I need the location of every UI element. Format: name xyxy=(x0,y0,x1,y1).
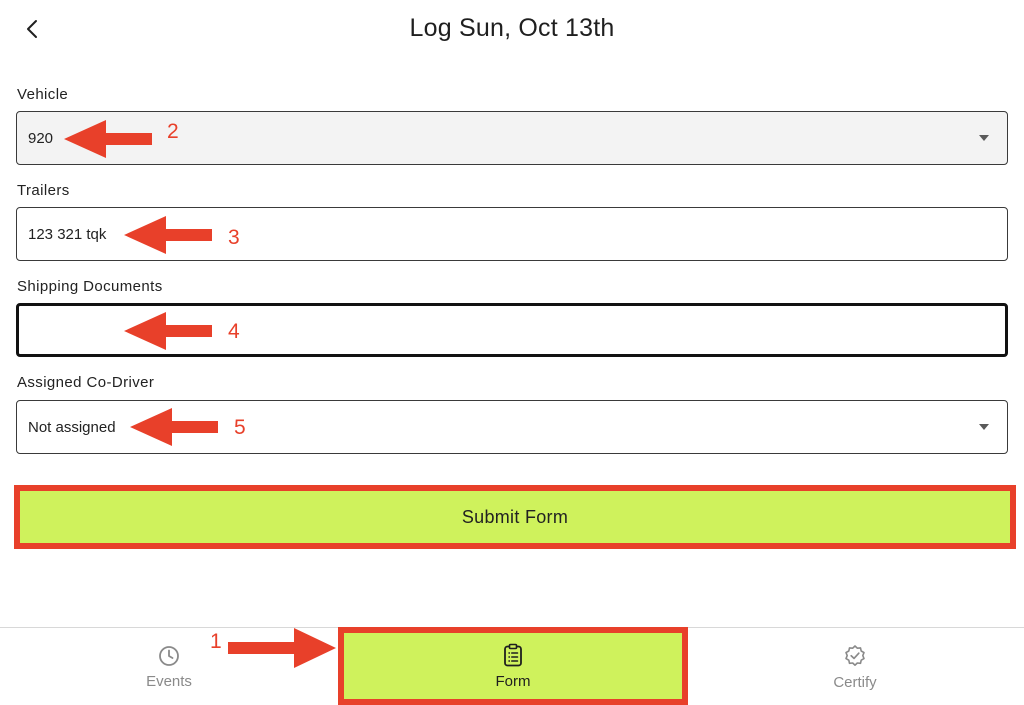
page-title: Log Sun, Oct 13th xyxy=(409,14,615,42)
bottom-nav: Events Form Certify xyxy=(0,627,1024,705)
nav-label-events: Events xyxy=(146,672,192,690)
annotation-number-5: 5 xyxy=(234,416,246,439)
vehicle-label: Vehicle xyxy=(17,86,69,103)
vehicle-value: 920 xyxy=(28,129,54,147)
nav-item-form[interactable]: Form xyxy=(338,627,688,705)
annotation-arrow-1 xyxy=(228,628,336,668)
trailers-label: Trailers xyxy=(17,182,70,199)
annotation-arrow-3 xyxy=(124,216,212,254)
dropdown-caret-icon xyxy=(979,424,989,430)
shipping-documents-label: Shipping Documents xyxy=(17,278,163,295)
dropdown-caret-icon xyxy=(979,135,989,141)
clipboard-list-icon xyxy=(502,643,524,667)
submit-form-label: Submit Form xyxy=(461,506,569,527)
annotation-number-1: 1 xyxy=(210,630,222,653)
nav-label-certify: Certify xyxy=(833,673,877,691)
annotation-arrow-5 xyxy=(130,408,218,446)
clock-icon xyxy=(158,645,180,667)
nav-label-form: Form xyxy=(495,672,531,690)
annotation-number-3: 3 xyxy=(228,226,240,249)
app-header: Log Sun, Oct 13th xyxy=(0,0,1024,60)
annotation-arrow-2 xyxy=(64,120,152,158)
nav-item-certify[interactable]: Certify xyxy=(770,628,940,705)
co-driver-value: Not assigned xyxy=(28,418,116,436)
annotation-number-4: 4 xyxy=(228,320,240,343)
submit-form-button[interactable]: Submit Form xyxy=(14,485,1016,549)
vehicle-select[interactable]: 920 xyxy=(16,111,1008,165)
annotation-arrow-4 xyxy=(124,312,212,350)
badge-check-icon xyxy=(843,644,867,668)
trailers-value: 123 321 tqk xyxy=(28,225,107,243)
annotation-number-2: 2 xyxy=(167,120,179,143)
co-driver-label: Assigned Co-Driver xyxy=(17,374,155,391)
